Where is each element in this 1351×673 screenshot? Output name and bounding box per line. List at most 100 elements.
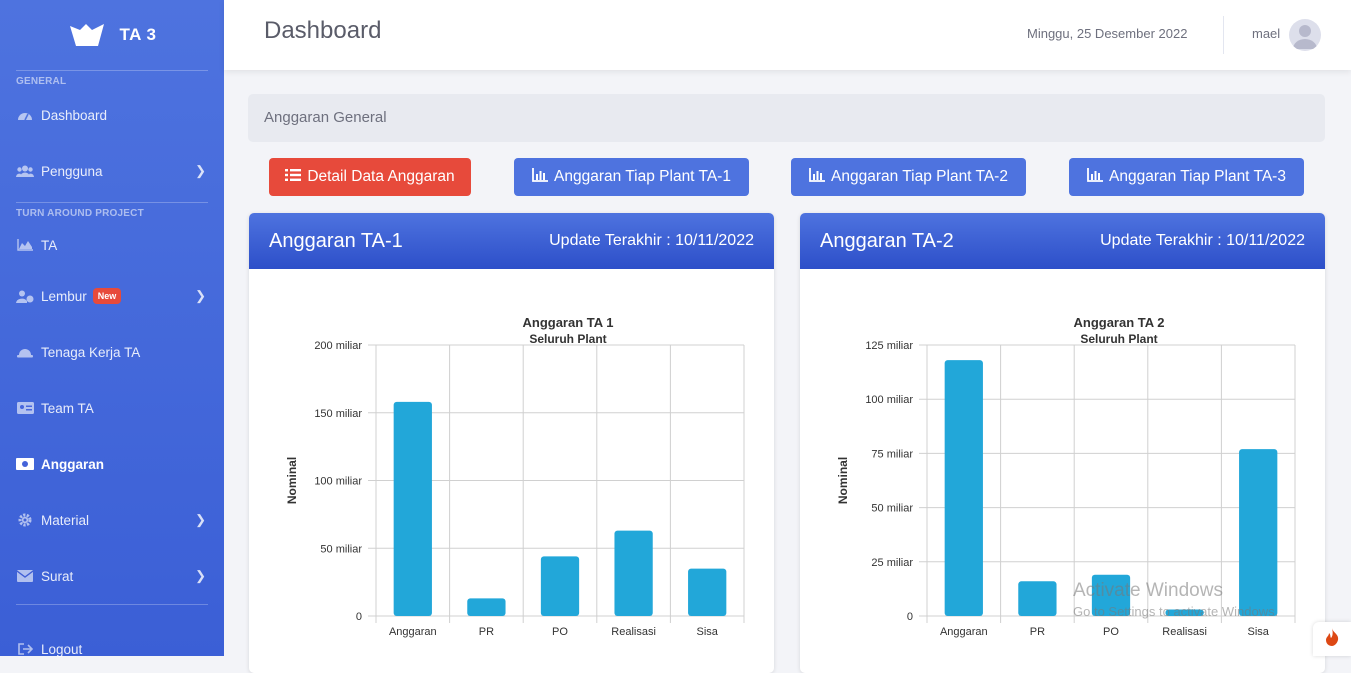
sidebar-heading-general: GENERAL (16, 76, 67, 87)
user-name[interactable]: mael (1252, 26, 1280, 41)
area-chart-icon (16, 238, 34, 252)
sidebar-item-surat[interactable]: Surat ❯ (0, 548, 224, 604)
chevron-right-icon: ❯ (195, 163, 206, 178)
card-title: Anggaran TA-1 (269, 229, 403, 252)
y-axis-label: Nominal (285, 457, 299, 504)
bar (393, 401, 432, 616)
sidebar-item-ta[interactable]: TA (0, 222, 224, 268)
bar (1018, 581, 1057, 616)
card-anggaran-ta1: Anggaran TA-1 Update Terakhir : 10/11/20… (249, 213, 774, 673)
bar-chart-icon (809, 167, 826, 187)
x-tick-label: PO (1103, 626, 1119, 638)
chart-title: Anggaran TA 2 (1073, 315, 1164, 330)
x-tick-label: Sisa (1247, 626, 1269, 638)
sidebar-item-label: Material (41, 512, 90, 528)
sidebar-item-tenaga-kerja[interactable]: Tenaga Kerja TA (0, 324, 224, 380)
sidebar-item-material[interactable]: Material ❯ (0, 492, 224, 548)
y-tick-label: 0 (907, 611, 913, 623)
sidebar-item-label: Anggaran (41, 456, 105, 472)
button-label: Detail Data Anggaran (307, 168, 455, 185)
y-tick-label: 25 miliar (871, 557, 913, 569)
sidebar-item-label: TA (41, 237, 58, 253)
x-tick-label: PR (479, 626, 494, 638)
users-icon (16, 164, 34, 178)
sidebar-item-label: Surat (41, 568, 74, 584)
windows-activation-watermark: Activate Windows Go to Settings to activ… (1073, 580, 1278, 619)
bar (614, 530, 653, 616)
card-updated: Update Terakhir : 10/11/2022 (1100, 232, 1305, 249)
brand-logo-icon (68, 22, 106, 48)
chart-title: Anggaran TA 1 (522, 315, 613, 330)
anggaran-plant-ta2-button[interactable]: Anggaran Tiap Plant TA-2 (791, 158, 1026, 196)
y-tick-label: 100 miliar (865, 394, 913, 406)
detail-data-anggaran-button[interactable]: Detail Data Anggaran (269, 158, 471, 196)
brand[interactable]: TA 3 (0, 0, 224, 70)
topbar: Dashboard Minggu, 25 Desember 2022 mael (224, 0, 1351, 70)
sidebar-item-dashboard[interactable]: Dashboard (0, 90, 224, 140)
brand-name: TA 3 (119, 25, 157, 44)
new-badge: New (92, 288, 122, 304)
bar-chart-icon (1087, 167, 1104, 187)
x-tick-label: PO (552, 626, 568, 638)
button-label: Anggaran Tiap Plant TA-2 (831, 168, 1008, 185)
sidebar-item-label: Tenaga Kerja TA (41, 344, 141, 360)
sidebar-item-label: Team TA (41, 400, 94, 416)
topbar-divider (1223, 16, 1224, 54)
y-tick-label: 50 miliar (871, 503, 913, 515)
y-tick-label: 50 miliar (320, 543, 362, 555)
x-tick-label: Anggaran (940, 626, 988, 638)
bar (944, 360, 983, 616)
sidebar-item-lembur[interactable]: Lembur New ❯ (0, 268, 224, 324)
chart-anggaran-ta1: Anggaran TA 1 Seluruh Plant 0 50 miliar 100 … (285, 315, 745, 638)
card-updated: Update Terakhir : 10/11/2022 (549, 232, 754, 249)
watermark-title: Activate Windows (1073, 580, 1223, 601)
sidebar: TA 3 GENERAL Dashboard Pengguna ❯ TURN A… (0, 0, 224, 657)
x-tick-label: Anggaran (389, 626, 437, 638)
card-title: Anggaran TA-2 (820, 229, 954, 252)
sign-out-icon (16, 642, 34, 656)
x-tick-label: Sisa (696, 626, 718, 638)
sidebar-item-label: Logout (41, 641, 83, 657)
flame-icon (1324, 627, 1340, 651)
sidebar-divider (16, 70, 208, 71)
x-tick-label: Realisasi (611, 626, 656, 638)
chevron-right-icon: ❯ (195, 568, 206, 583)
sidebar-item-pengguna[interactable]: Pengguna ❯ (0, 140, 224, 202)
bar-chart-icon (532, 167, 549, 187)
bar (540, 556, 580, 616)
y-tick-label: 100 miliar (314, 476, 362, 488)
bar (467, 598, 506, 616)
cog-icon (16, 513, 34, 527)
card-header: Anggaran TA-1 Update Terakhir : 10/11/20… (249, 213, 774, 269)
avatar[interactable] (1289, 19, 1321, 51)
codeigniter-toolbar-button[interactable] (1313, 622, 1351, 656)
button-label: Anggaran Tiap Plant TA-3 (1109, 168, 1286, 185)
tachometer-icon (16, 108, 34, 122)
current-date: Minggu, 25 Desember 2022 (1027, 26, 1188, 41)
y-tick-label: 200 miliar (314, 340, 362, 352)
chevron-right-icon: ❯ (195, 512, 206, 527)
hard-hat-icon (16, 345, 34, 359)
chart-subtitle: Seluruh Plant (529, 332, 606, 346)
sidebar-item-team-ta[interactable]: Team TA (0, 380, 224, 436)
chart-subtitle: Seluruh Plant (1080, 332, 1157, 346)
x-tick-label: Realisasi (1162, 626, 1207, 638)
y-tick-label: 0 (356, 611, 362, 623)
bar (688, 568, 727, 616)
sidebar-item-label: Lembur (41, 288, 87, 304)
y-tick-label: 125 miliar (865, 340, 913, 352)
x-tick-label: PR (1030, 626, 1045, 638)
button-label: Anggaran Tiap Plant TA-1 (554, 168, 731, 185)
page-title: Dashboard (264, 17, 382, 44)
sidebar-item-logout[interactable]: Logout (0, 605, 224, 657)
y-axis-label: Nominal (836, 457, 850, 504)
y-tick-label: 150 miliar (314, 408, 362, 420)
sidebar-heading-project: TURN AROUND PROJECT (16, 208, 144, 219)
envelope-icon (16, 569, 34, 583)
sidebar-item-anggaran[interactable]: Anggaran (0, 436, 224, 492)
anggaran-plant-ta1-button[interactable]: Anggaran Tiap Plant TA-1 (514, 158, 749, 196)
sidebar-item-label: Dashboard (41, 107, 108, 123)
anggaran-plant-ta3-button[interactable]: Anggaran Tiap Plant TA-3 (1069, 158, 1304, 196)
user-clock-icon (16, 289, 34, 303)
y-tick-label: 75 miliar (871, 448, 913, 460)
